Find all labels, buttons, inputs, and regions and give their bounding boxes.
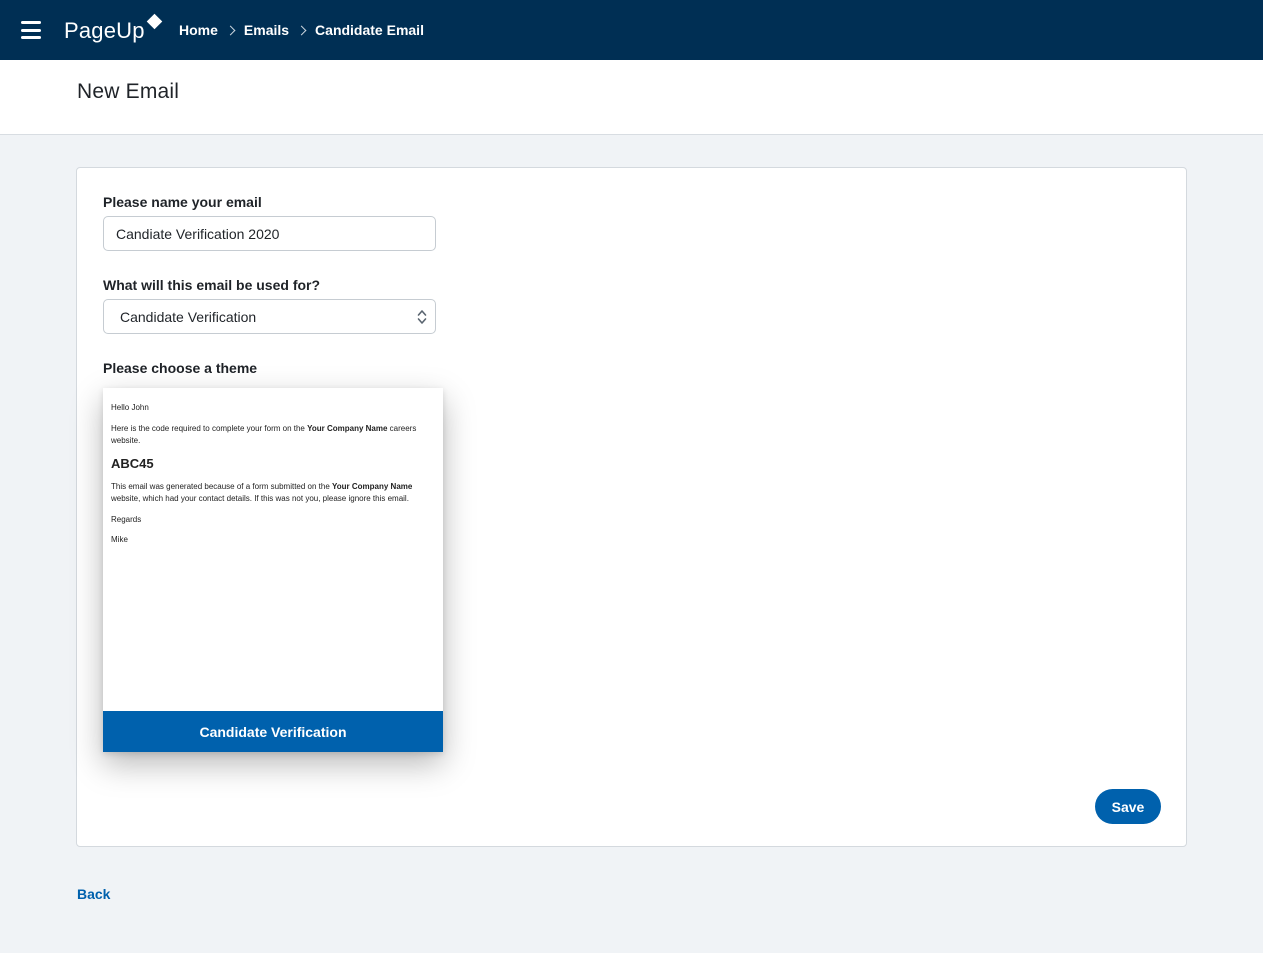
breadcrumb-candidate-email[interactable]: Candidate Email <box>315 22 424 38</box>
email-name-label: Please name your email <box>103 194 262 210</box>
save-button[interactable]: Save <box>1095 789 1161 824</box>
preview-regards: Regards <box>111 514 142 524</box>
top-navigation-bar: PageUp Home Emails Candidate Email <box>0 0 1263 60</box>
theme-preview: Hello John Here is the code required to … <box>111 402 435 555</box>
theme-label: Please choose a theme <box>103 360 258 376</box>
email-usage-label: What will this email be used for? <box>103 277 321 293</box>
brand-logo[interactable]: PageUp <box>64 13 162 45</box>
back-link[interactable]: Back <box>77 886 110 902</box>
preview-code: ABC45 <box>111 455 154 471</box>
page-header: New Email <box>0 60 1263 135</box>
brand-logo-text: PageUp <box>64 18 145 43</box>
select-arrows-icon <box>417 310 427 324</box>
logo-diamond-icon <box>146 13 162 30</box>
email-form-card: Please name your email What will this em… <box>76 167 1187 847</box>
theme-option-candidate-verification[interactable]: Hello John Here is the code required to … <box>103 388 443 752</box>
breadcrumb-emails[interactable]: Emails <box>244 22 289 38</box>
page-title: New Email <box>77 80 180 103</box>
preview-signature: Mike <box>111 535 128 544</box>
menu-icon[interactable] <box>21 21 41 39</box>
preview-paragraph-2: This email was generated because of a fo… <box>111 481 413 504</box>
preview-paragraph-1: Here is the code required to complete yo… <box>111 423 417 446</box>
chevron-right-icon <box>225 25 236 35</box>
preview-greeting: Hello John <box>111 403 149 412</box>
email-usage-select[interactable]: Candidate Verification <box>103 299 436 334</box>
chevron-right-icon <box>296 25 307 35</box>
breadcrumb-home[interactable]: Home <box>179 22 218 38</box>
theme-name: Candidate Verification <box>103 711 443 752</box>
email-name-input[interactable] <box>103 216 436 251</box>
email-usage-selected-value: Candidate Verification <box>120 308 257 325</box>
breadcrumb: Home Emails Candidate Email <box>179 20 424 40</box>
